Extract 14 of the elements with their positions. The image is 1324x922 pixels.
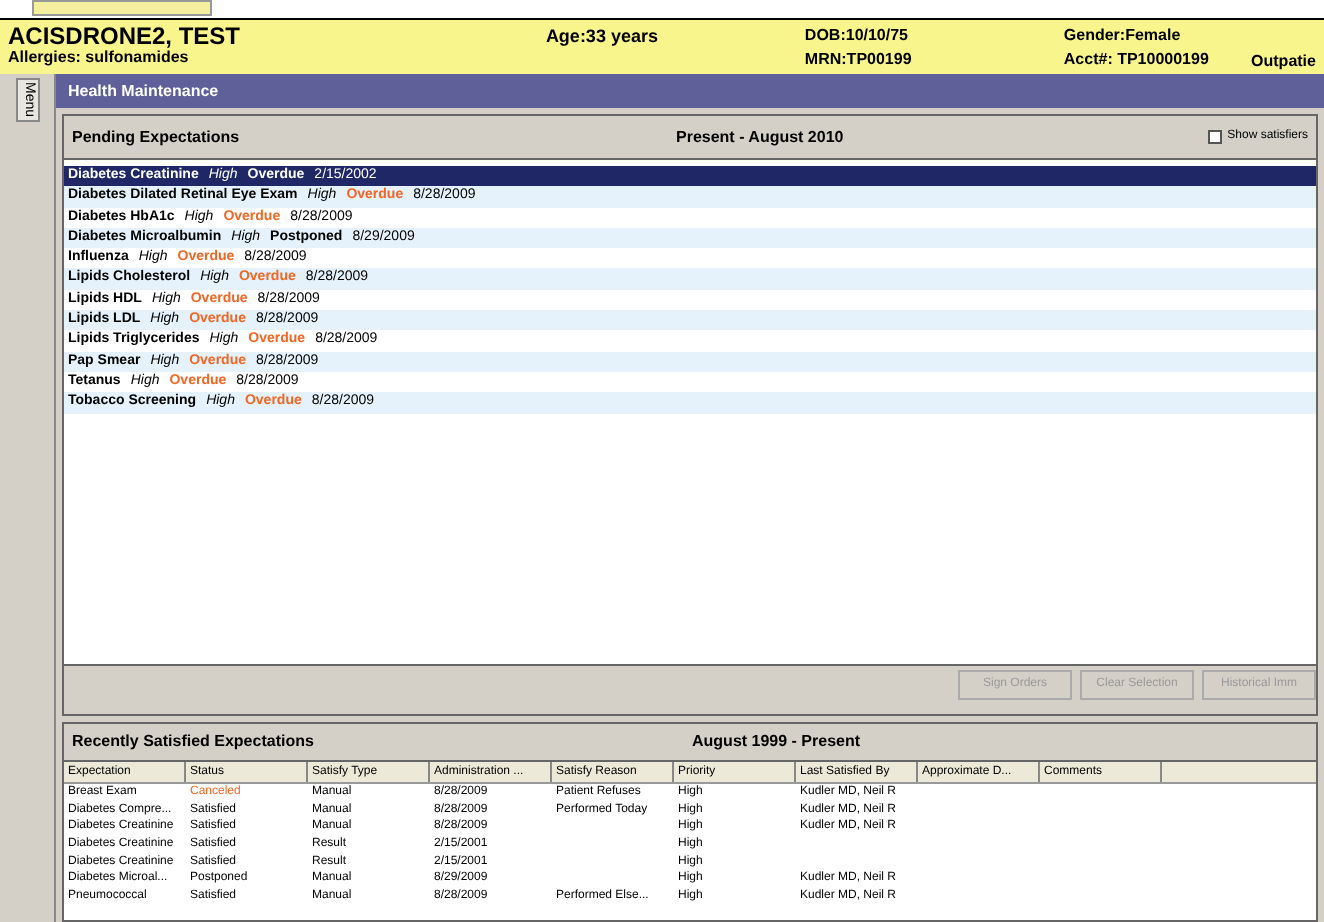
- pending-range: Present - August 2010: [676, 125, 846, 149]
- recent-title: Recently Satisfied Expectations: [72, 730, 316, 754]
- mrn-text: MRN:TP00199: [804, 48, 914, 72]
- visit-type-text: Outpatie: [1251, 50, 1316, 74]
- gender-text: Gender:Female: [1063, 24, 1183, 48]
- pending-title: Pending Expectations: [72, 125, 242, 149]
- section-title: Health Maintenance: [68, 79, 219, 103]
- patient-name: ACISDRONE2, TEST: [8, 24, 243, 48]
- recent-range: August 1999 - Present: [692, 730, 861, 754]
- allergies-text: Allergies: sulfonamides: [8, 48, 191, 68]
- account-text: Acct#: TP10000199: [1063, 48, 1211, 72]
- age-text: Age:33 years: [545, 26, 658, 46]
- dob-text: DOB:10/10/75: [804, 24, 911, 48]
- checkbox-box[interactable]: [1207, 130, 1222, 144]
